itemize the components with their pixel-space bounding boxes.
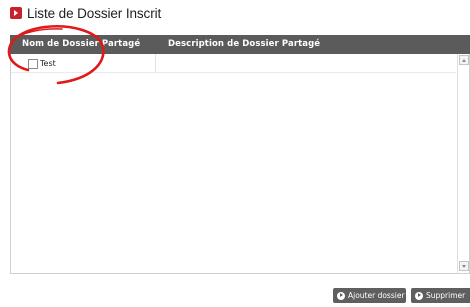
table-row[interactable]: Test [11, 54, 456, 73]
arrow-right-icon [10, 7, 22, 19]
page-title: Liste de Dossier Inscrit [27, 5, 162, 21]
column-header-description: Description de Dossier Partagé [168, 39, 321, 49]
vertical-scrollbar[interactable] [457, 54, 469, 273]
folder-list: Test [10, 54, 470, 274]
play-circle-icon [415, 291, 423, 300]
delete-button[interactable]: Supprimer [411, 288, 470, 303]
cell-folder-name: Test [11, 54, 156, 73]
scroll-up-arrow-icon[interactable] [459, 55, 469, 65]
table-header: Nom de Dossier Partagé Description de Do… [10, 35, 470, 54]
play-circle-icon [337, 291, 345, 300]
page-title-row: Liste de Dossier Inscrit [10, 5, 161, 21]
add-folder-label: Ajouter dossier [348, 291, 405, 300]
scroll-down-arrow-icon[interactable] [459, 261, 469, 271]
row-checkbox[interactable] [28, 58, 38, 69]
column-header-name: Nom de Dossier Partagé [22, 39, 141, 49]
add-folder-button[interactable]: Ajouter dossier [333, 288, 406, 303]
folder-name-text: Test [40, 59, 56, 68]
delete-label: Supprimer [426, 291, 466, 300]
